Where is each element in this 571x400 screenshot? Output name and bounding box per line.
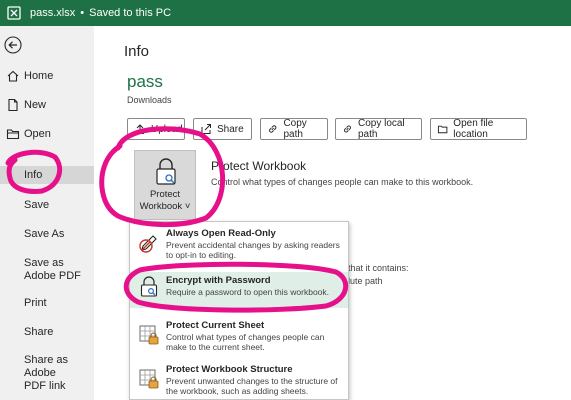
nav-save-as-adobe-pdf[interactable]: Save as Adobe PDF: [0, 256, 94, 284]
window-file-name: pass.xlsx: [30, 7, 76, 19]
protect-workbook-menu: Always Open Read-Only Prevent accidental…: [129, 221, 349, 400]
nav-save-as-adobe-pdf-label: Save as Adobe PDF: [24, 257, 81, 282]
nav-save-as[interactable]: Save As: [0, 226, 94, 242]
copy-path-button[interactable]: Copy path: [260, 118, 328, 140]
upload-button-label: Upload: [151, 123, 183, 135]
menu-item-description: Prevent accidental changes by asking rea…: [166, 240, 340, 260]
menu-item-protect-current-sheet[interactable]: Protect Current Sheet Control what types…: [130, 320, 348, 358]
inspect-text-fragment: that it contains:: [348, 263, 409, 273]
nav-share[interactable]: Share: [0, 324, 94, 340]
title-bar: pass.xlsx • Saved to this PC: [0, 0, 571, 26]
backstage-sidebar: Home New Open Info Save Save As Save as …: [0, 26, 94, 400]
document-location: Downloads: [127, 95, 172, 105]
menu-item-always-open-read-only[interactable]: Always Open Read-Only Prevent accidental…: [130, 228, 348, 268]
menu-item-protect-workbook-structure[interactable]: Protect Workbook Structure Prevent unwan…: [130, 364, 348, 400]
nav-save[interactable]: Save: [0, 197, 94, 213]
nav-new[interactable]: New: [0, 97, 94, 113]
protect-workbook-button[interactable]: Protect Workbook ˅: [134, 150, 196, 220]
nav-open[interactable]: Open: [0, 126, 94, 142]
title-separator: •: [80, 7, 85, 19]
nav-home-label: Home: [24, 70, 54, 82]
menu-item-description: Prevent unwanted changes to the structur…: [166, 376, 338, 396]
copy-path-button-label: Copy path: [283, 118, 307, 140]
menu-item-title: Protect Current Sheet: [166, 320, 265, 331]
open-file-location-button-label: Open file location: [453, 118, 494, 140]
document-name: pass: [127, 72, 163, 91]
folder-icon: [437, 125, 448, 134]
upload-icon: [136, 124, 144, 134]
nav-open-label: Open: [24, 128, 51, 140]
nav-info[interactable]: Info: [0, 166, 94, 184]
lock-icon: [152, 157, 180, 190]
link-icon: [269, 125, 277, 133]
chevron-down-icon: ˅: [184, 201, 191, 212]
nav-share-as-adobe-pdf-link-label: Share as Adobe PDF link: [24, 354, 69, 392]
nav-save-as-label: Save As: [24, 227, 65, 240]
nav-new-label: New: [24, 99, 47, 111]
back-arrow-icon: [4, 36, 22, 54]
locked-sheet-icon: [138, 324, 160, 346]
save-status: Saved to this PC: [89, 7, 172, 19]
home-icon: [6, 69, 20, 83]
new-file-icon: [6, 98, 20, 112]
menu-item-description: Require a password to open this workbook…: [166, 287, 330, 297]
share-button[interactable]: Share: [193, 118, 252, 140]
protect-section-description: Control what types of changes people can…: [211, 177, 474, 187]
share-button-label: Share: [217, 123, 244, 135]
nav-share-as-adobe-pdf-link[interactable]: Share as Adobe PDF link: [0, 354, 94, 394]
page-title: Info: [124, 43, 150, 60]
upload-button[interactable]: Upload: [127, 118, 185, 140]
excel-file-icon: [7, 6, 21, 20]
menu-item-description: Control what types of changes people can…: [166, 332, 325, 352]
nav-home[interactable]: Home: [0, 68, 94, 84]
nav-share-label: Share: [24, 325, 54, 338]
copy-local-path-button-label: Copy local path: [357, 118, 405, 140]
nav-print[interactable]: Print: [0, 295, 94, 311]
link-icon: [344, 125, 351, 133]
lock-key-icon: [138, 276, 160, 298]
back-button[interactable]: [4, 36, 22, 54]
menu-item-title: Encrypt with Password: [166, 275, 271, 286]
protect-tile-line1: Protect: [149, 189, 181, 200]
nav-save-label: Save: [24, 198, 50, 211]
pencil-no-edit-icon: [138, 232, 160, 254]
folder-icon: [6, 127, 20, 141]
open-file-location-button[interactable]: Open file location: [430, 118, 527, 140]
copy-local-path-button[interactable]: Copy local path: [335, 118, 422, 140]
locked-workbook-icon: [138, 368, 160, 390]
nav-print-label: Print: [24, 296, 47, 309]
nav-info-label: Info: [24, 168, 43, 181]
inspect-path-fragment: lute path: [348, 276, 383, 286]
menu-item-encrypt-with-password[interactable]: Encrypt with Password Require a password…: [130, 272, 348, 308]
share-icon: [201, 124, 211, 134]
menu-item-title: Always Open Read-Only: [166, 228, 276, 239]
protect-tile-line2: Workbook: [139, 201, 183, 212]
menu-item-title: Protect Workbook Structure: [166, 364, 293, 375]
protect-section-title: Protect Workbook: [211, 159, 307, 173]
